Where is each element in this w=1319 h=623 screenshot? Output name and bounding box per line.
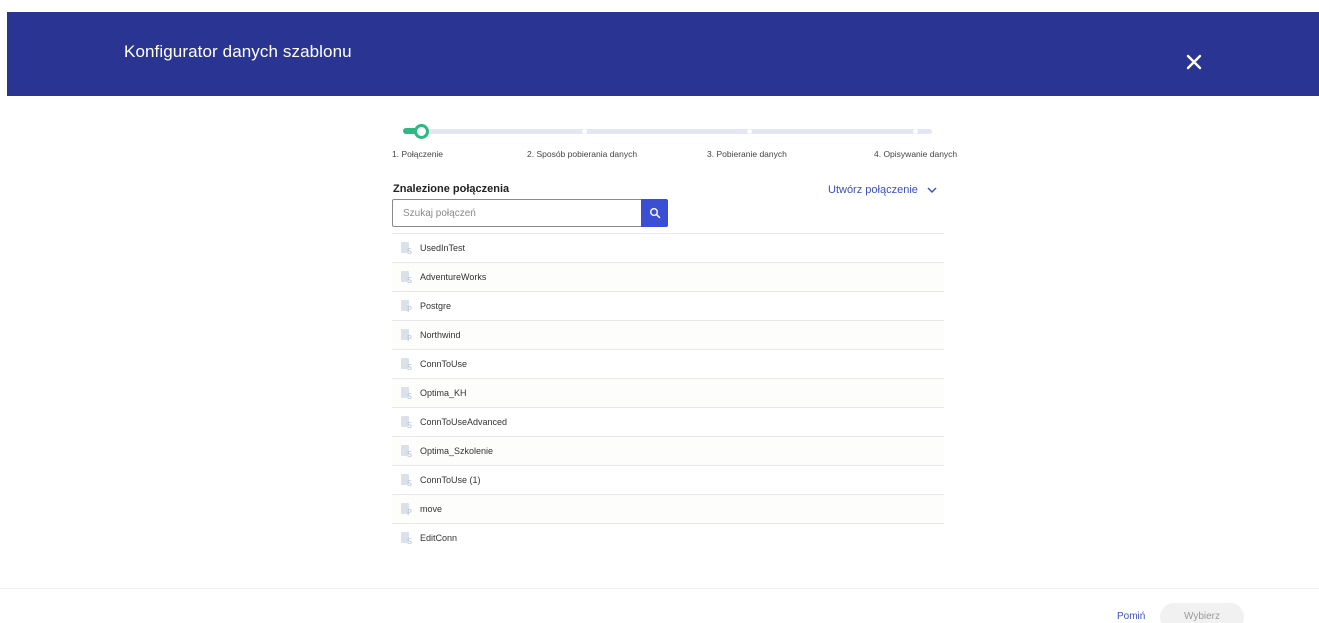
database-s-icon: S [401, 474, 412, 487]
database-p-icon: P [401, 300, 412, 313]
connection-label: ConnToUse [420, 359, 468, 369]
dialog-title: Konfigurator danych szablonu [124, 42, 352, 61]
svg-text:S: S [407, 537, 412, 545]
create-connection-label: Utwórz połączenie [828, 184, 918, 196]
database-s-icon: S [401, 271, 412, 284]
connection-label: Optima_Szkolenie [420, 446, 494, 456]
connection-label: move [420, 504, 443, 514]
svg-text:S: S [407, 392, 412, 400]
connection-item-adventureworks[interactable]: S AdventureWorks [392, 262, 944, 291]
search-input[interactable] [392, 199, 641, 227]
connection-item-usedintest[interactable]: S UsedInTest [392, 233, 944, 262]
database-p-icon: P [401, 329, 412, 342]
skip-button[interactable]: Pomiń [1117, 611, 1145, 622]
search-icon [650, 208, 661, 219]
footer-divider [0, 588, 1319, 589]
connection-item-conntouse-1[interactable]: S ConnToUse (1) [392, 465, 944, 494]
connection-item-optima-kh[interactable]: S Optima_KH [392, 378, 944, 407]
choose-button[interactable]: Wybierz [1160, 603, 1244, 623]
connection-item-conntouseadvanced[interactable]: S ConnToUseAdvanced [392, 407, 944, 436]
svg-text:S: S [407, 247, 412, 255]
connection-label: Postgre [420, 301, 452, 311]
step-dot-4 [913, 129, 918, 134]
connection-label: Northwind [420, 330, 461, 340]
connection-item-move[interactable]: P move [392, 494, 944, 523]
connection-label: AdventureWorks [420, 272, 487, 282]
connections-title: Znalezione połączenia [393, 183, 510, 195]
progress-stepper: 1. Połączenie 2. Sposób pobierania danyc… [392, 124, 960, 164]
svg-text:S: S [407, 363, 412, 371]
connection-label: UsedInTest [420, 243, 466, 253]
svg-text:P: P [407, 305, 412, 313]
svg-text:S: S [407, 479, 412, 487]
svg-text:S: S [407, 450, 412, 458]
step-current-marker [414, 124, 429, 139]
connections-list: S UsedInTest S AdventureWorks P Postgre … [392, 233, 944, 552]
search-box [392, 199, 668, 227]
stepper-track [408, 129, 932, 134]
step-dot-3 [747, 129, 752, 134]
step-label-4: 4. Opisywanie danych [874, 149, 958, 159]
database-s-icon: S [401, 445, 412, 458]
search-button[interactable] [641, 199, 668, 227]
svg-text:S: S [407, 276, 412, 284]
chevron-down-icon [927, 187, 937, 193]
connection-item-conntouse[interactable]: S ConnToUse [392, 349, 944, 378]
step-label-3: 3. Pobieranie danych [707, 149, 787, 159]
create-connection-button[interactable]: Utwórz połączenie [828, 184, 937, 196]
connection-label: Optima_KH [420, 388, 467, 398]
step-label-1: 1. Połączenie [392, 149, 444, 159]
database-s-icon: S [401, 358, 412, 371]
connection-label: EditConn [420, 533, 458, 543]
database-s-icon: S [401, 242, 412, 255]
connection-item-postgre[interactable]: P Postgre [392, 291, 944, 320]
connection-label: ConnToUseAdvanced [420, 417, 508, 427]
svg-text:P: P [407, 334, 412, 342]
connection-item-northwind[interactable]: P Northwind [392, 320, 944, 349]
connection-item-optima-szkolenie[interactable]: S Optima_Szkolenie [392, 436, 944, 465]
database-s-icon: S [401, 387, 412, 400]
dialog-header: Konfigurator danych szablonu [7, 12, 1319, 96]
database-s-icon: S [401, 416, 412, 429]
svg-text:P: P [407, 508, 412, 516]
database-s-icon: S [401, 532, 412, 545]
step-dot-2 [582, 129, 587, 134]
close-button[interactable] [1184, 52, 1204, 72]
close-icon [1186, 54, 1202, 70]
svg-text:S: S [407, 421, 412, 429]
connection-label: ConnToUse (1) [420, 475, 481, 485]
database-p-icon: P [401, 503, 412, 516]
connection-item-editconn[interactable]: S EditConn [392, 523, 944, 552]
step-label-2: 2. Sposób pobierania danych [527, 149, 638, 159]
